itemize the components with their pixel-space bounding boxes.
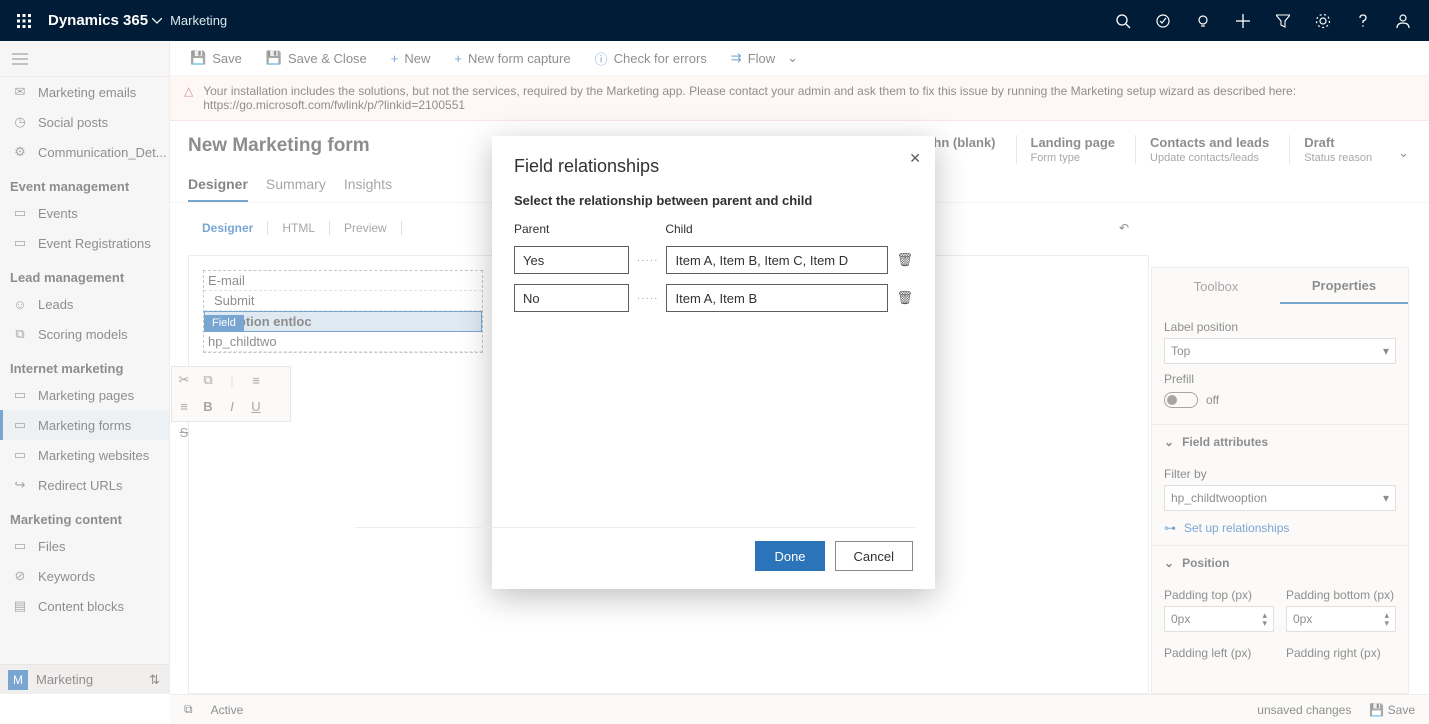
relationship-row: Yes ····· Item A, Item B, Item C, Item D…: [514, 246, 913, 274]
app-launcher-icon[interactable]: [6, 0, 42, 41]
delete-icon[interactable]: 🗑: [896, 290, 913, 306]
close-icon[interactable]: ✕: [909, 150, 921, 167]
connector-icon: ·····: [637, 293, 659, 304]
bulb-icon[interactable]: [1183, 0, 1223, 41]
field-relationships-dialog: Field relationships ✕ Select the relatio…: [492, 136, 935, 589]
parent-input[interactable]: No: [514, 284, 629, 312]
task-icon[interactable]: [1143, 0, 1183, 41]
chevron-down-icon[interactable]: [152, 18, 162, 24]
child-input[interactable]: Item A, Item B: [666, 284, 888, 312]
parent-label: Parent: [514, 222, 630, 236]
child-input[interactable]: Item A, Item B, Item C, Item D: [666, 246, 888, 274]
relationship-row: No ····· Item A, Item B 🗑: [514, 284, 913, 312]
dialog-title: Field relationships: [514, 156, 913, 177]
plus-icon[interactable]: [1223, 0, 1263, 41]
search-icon[interactable]: [1103, 0, 1143, 41]
child-label: Child: [665, 222, 889, 236]
done-button[interactable]: Done: [755, 541, 824, 571]
top-icons: [1103, 0, 1423, 41]
delete-icon[interactable]: 🗑: [896, 252, 913, 268]
dialog-subtitle: Select the relationship between parent a…: [514, 193, 913, 208]
help-icon[interactable]: [1343, 0, 1383, 41]
filter-icon[interactable]: [1263, 0, 1303, 41]
cancel-button[interactable]: Cancel: [835, 541, 913, 571]
user-icon[interactable]: [1383, 0, 1423, 41]
gear-icon[interactable]: [1303, 0, 1343, 41]
module-name[interactable]: Marketing: [170, 13, 227, 28]
brand-name[interactable]: Dynamics 365: [48, 12, 148, 29]
connector-icon: ·····: [637, 255, 659, 266]
top-nav: Dynamics 365 Marketing: [0, 0, 1429, 41]
parent-input[interactable]: Yes: [514, 246, 629, 274]
